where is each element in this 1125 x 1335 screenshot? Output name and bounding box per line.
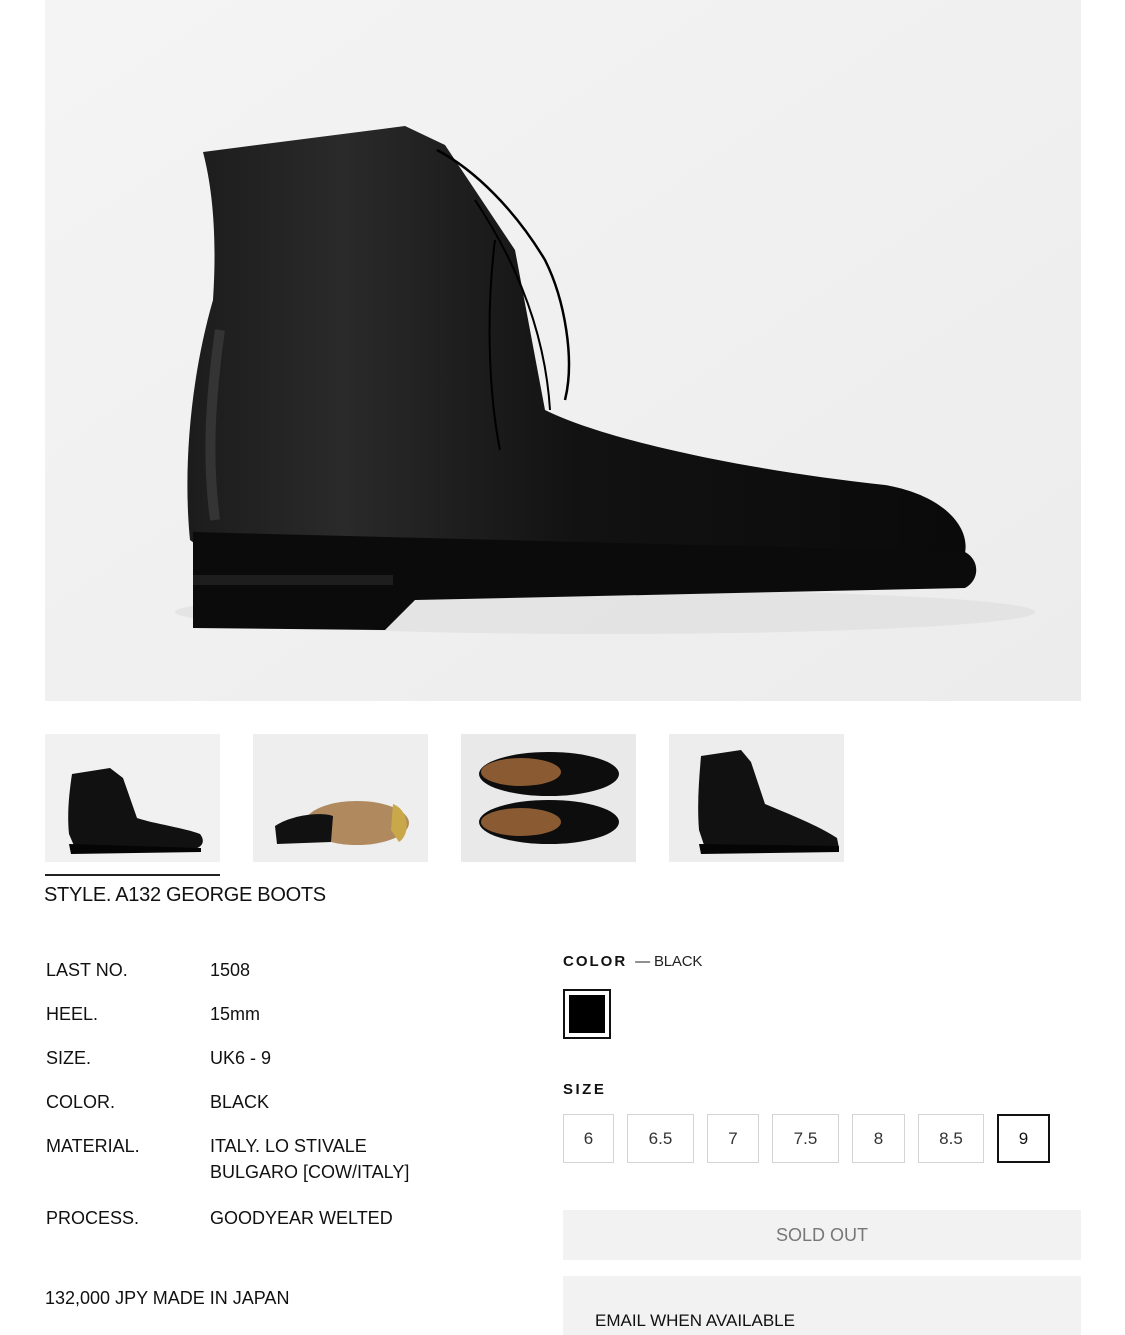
boots-top-thumbnail [461,734,636,862]
color-heading: COLOR — BLACK [563,953,702,970]
sold-out-button[interactable]: SOLD OUT [563,1210,1081,1260]
size-option-7-5[interactable]: 7.5 [772,1114,839,1163]
spec-key: SIZE. [46,1048,92,1068]
spec-list: LAST NO. 1508 HEEL. 15mm SIZE. UK6 - 9 C… [46,957,516,1249]
size-option-8[interactable]: 8 [852,1114,905,1163]
size-label: SIZE [563,1081,607,1098]
thumbnail-strip [45,734,844,862]
size-option-9[interactable]: 9 [997,1114,1050,1163]
spec-value: ITALY. LO STIVALE BULGARO [COW/ITALY] [210,1136,410,1182]
thumbnail-sole-view[interactable] [253,734,428,862]
price-line: 132,000 JPY MADE IN JAPAN [45,1288,290,1308]
spec-value: 15mm [210,1004,261,1024]
spec-value: GOODYEAR WELTED [210,1208,393,1228]
size-option-6-5[interactable]: 6.5 [627,1114,694,1163]
color-selected-value: — BLACK [635,953,703,970]
spec-row-material: MATERIAL. ITALY. LO STIVALE BULGARO [COW… [46,1133,516,1185]
spec-row-color: COLOR. BLACK [46,1089,516,1115]
spec-value: BLACK [210,1092,270,1112]
size-option-7[interactable]: 7 [707,1114,759,1163]
thumbnail-angle-view[interactable] [669,734,844,862]
thumbnail-top-view[interactable] [461,734,636,862]
size-option-6[interactable]: 6 [563,1114,614,1163]
thumbnail-side-view[interactable] [45,734,220,862]
boot-illustration [45,0,1081,701]
spec-value: UK6 - 9 [210,1048,272,1068]
spec-row-last: LAST NO. 1508 [46,957,516,983]
active-thumbnail-indicator [45,874,220,876]
email-when-available-button[interactable]: EMAIL WHEN AVAILABLE [563,1276,1081,1335]
spec-value: 1508 [210,960,251,980]
boot-angle-thumbnail [669,734,844,862]
spec-key: COLOR. [46,1092,116,1112]
size-option-8-5[interactable]: 8.5 [918,1114,984,1163]
spec-key: HEEL. [46,1004,99,1024]
spec-key: LAST NO. [46,960,128,980]
spec-key: PROCESS. [46,1208,140,1228]
color-label: COLOR [563,953,628,970]
product-title: STYLE. A132 GEORGE BOOTS [44,884,326,906]
color-swatch-black[interactable] [563,989,611,1039]
spec-key: MATERIAL. [46,1136,140,1156]
spec-row-size: SIZE. UK6 - 9 [46,1045,516,1071]
main-product-image[interactable] [45,0,1081,701]
size-options: 6 6.5 7 7.5 8 8.5 9 [563,1114,1050,1163]
spec-row-process: PROCESS. GOODYEAR WELTED [46,1205,516,1231]
boot-sole-thumbnail [253,734,428,862]
swatch-fill [569,995,605,1033]
spec-row-heel: HEEL. 15mm [46,1001,516,1027]
boot-side-thumbnail [45,734,220,862]
